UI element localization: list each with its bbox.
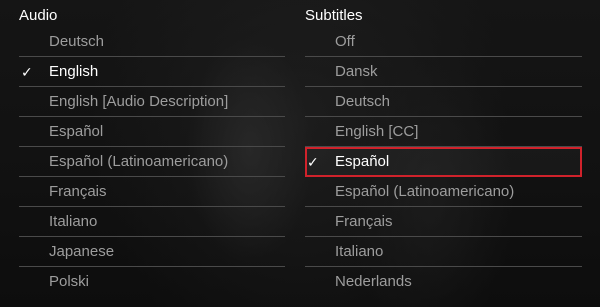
checkmark-icon: ✓: [21, 64, 33, 80]
subtitle-option-off[interactable]: Off: [305, 27, 582, 57]
audio-header: Audio: [19, 7, 58, 24]
audio-options-list: Deutsch ✓ English English [Audio Descrip…: [19, 27, 285, 297]
checkmark-icon: ✓: [307, 154, 319, 170]
audio-option-espanol[interactable]: Español: [19, 117, 285, 147]
audio-option-label: Français: [49, 183, 107, 200]
audio-option-label: Polski: [49, 273, 90, 290]
subtitle-option-label: English [CC]: [335, 123, 419, 140]
audio-option-francais[interactable]: Français: [19, 177, 285, 207]
audio-option-polski[interactable]: Polski: [19, 267, 285, 297]
subtitles-options-list: Off Dansk Deutsch English [CC] ✓ Español…: [305, 27, 582, 297]
subtitle-option-label: Italiano: [335, 243, 384, 260]
subtitle-option-label: Off: [335, 33, 355, 50]
subtitle-option-label: Español (Latinoamericano): [335, 183, 515, 200]
audio-option-label: Deutsch: [49, 33, 105, 50]
subtitles-header: Subtitles: [305, 7, 363, 24]
audio-option-english-audio-description[interactable]: English [Audio Description]: [19, 87, 285, 117]
subtitle-option-dansk[interactable]: Dansk: [305, 57, 582, 87]
subtitle-option-label: Français: [335, 213, 393, 230]
subtitle-option-italiano[interactable]: Italiano: [305, 237, 582, 267]
audio-option-label: Japanese: [49, 243, 115, 260]
subtitle-option-francais[interactable]: Français: [305, 207, 582, 237]
audio-option-label: Español: [49, 123, 104, 140]
audio-option-japanese[interactable]: Japanese: [19, 237, 285, 267]
audio-option-label: Español (Latinoamericano): [49, 153, 229, 170]
subtitle-option-nederlands[interactable]: Nederlands: [305, 267, 582, 297]
subtitle-option-espanol[interactable]: ✓ Español: [305, 147, 582, 177]
audio-option-deutsch[interactable]: Deutsch: [19, 27, 285, 57]
subtitle-option-english-cc[interactable]: English [CC]: [305, 117, 582, 147]
audio-option-espanol-latinoamericano[interactable]: Español (Latinoamericano): [19, 147, 285, 177]
audio-option-italiano[interactable]: Italiano: [19, 207, 285, 237]
subtitle-option-espanol-latinoamericano[interactable]: Español (Latinoamericano): [305, 177, 582, 207]
subtitle-option-label: Nederlands: [335, 273, 412, 290]
audio-option-label: English: [49, 63, 99, 80]
audio-option-label: Italiano: [49, 213, 98, 230]
audio-option-label: English [Audio Description]: [49, 93, 229, 110]
subtitle-option-label: Español: [335, 153, 390, 170]
subtitle-option-label: Dansk: [335, 63, 378, 80]
subtitle-option-deutsch[interactable]: Deutsch: [305, 87, 582, 117]
audio-option-english[interactable]: ✓ English: [19, 57, 285, 87]
subtitle-option-label: Deutsch: [335, 93, 391, 110]
